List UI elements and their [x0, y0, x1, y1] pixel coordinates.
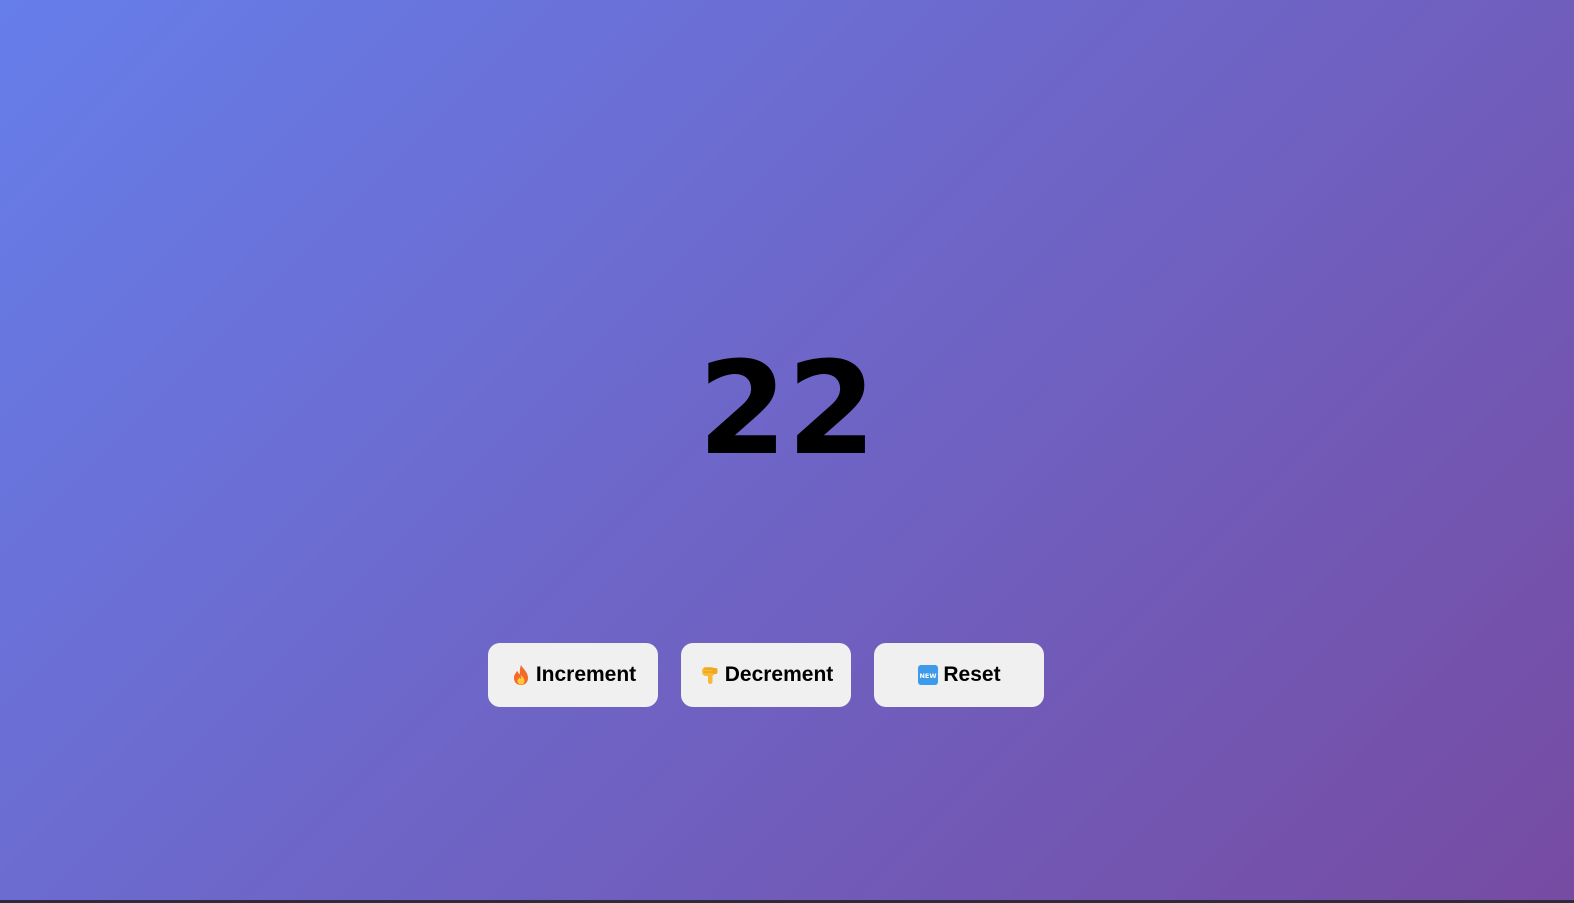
new-badge-icon: NEW	[917, 664, 939, 686]
reset-label: Reset	[943, 663, 1001, 686]
decrement-button[interactable]: Decrement	[681, 643, 851, 707]
decrement-label: Decrement	[724, 663, 834, 686]
increment-button[interactable]: Increment	[488, 643, 658, 707]
new-badge-text: NEW	[920, 672, 937, 680]
counter-app: 22 Increment Decrement NEW Reset	[0, 0, 1574, 900]
counter-value: 22	[697, 335, 877, 484]
fire-icon	[510, 664, 532, 686]
increment-label: Increment	[535, 663, 637, 686]
reset-button[interactable]: NEW Reset	[874, 643, 1044, 707]
pointing-down-icon	[699, 664, 721, 686]
